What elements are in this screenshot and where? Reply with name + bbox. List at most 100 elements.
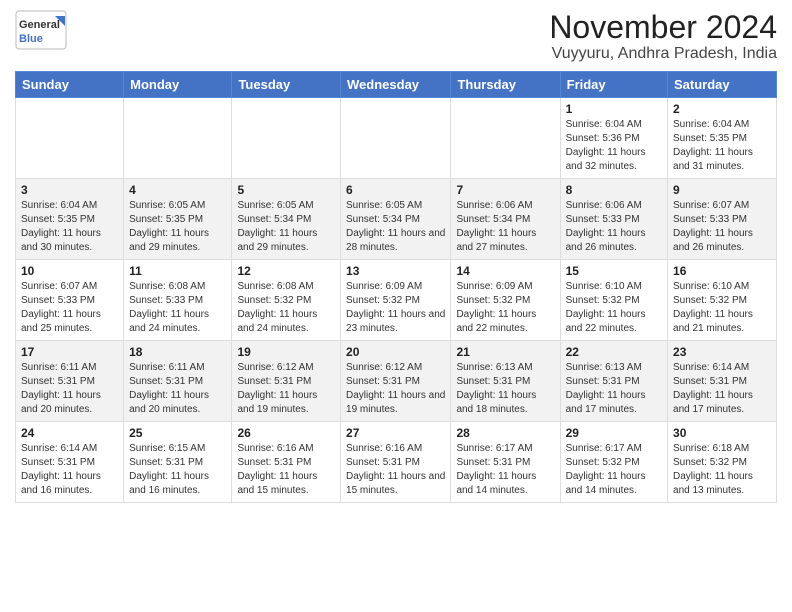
day-info: Sunrise: 6:05 AMSunset: 5:34 PMDaylight:…	[237, 199, 335, 255]
month-title: November 2024	[549, 10, 777, 45]
calendar-week-1: 1 Sunrise: 6:04 AMSunset: 5:36 PMDaylight…	[16, 98, 777, 179]
day-number: 13	[346, 264, 445, 278]
day-number: 11	[129, 264, 226, 278]
calendar-cell: 16 Sunrise: 6:10 AMSunset: 5:32 PMDayligh…	[668, 260, 777, 341]
weekday-header-thursday: Thursday	[451, 72, 560, 98]
calendar-cell: 8 Sunrise: 6:06 AMSunset: 5:33 PMDaylight…	[560, 179, 667, 260]
day-info: Sunrise: 6:14 AMSunset: 5:31 PMDaylight:…	[21, 442, 118, 498]
day-info: Sunrise: 6:17 AMSunset: 5:32 PMDaylight:…	[566, 442, 662, 498]
day-number: 19	[237, 345, 335, 359]
calendar-cell: 18Sunrise: 6:11 AMSunset: 5:31 PMDayligh…	[124, 341, 232, 422]
calendar-week-2: 3Sunrise: 6:04 AMSunset: 5:35 PMDaylight…	[16, 179, 777, 260]
day-number: 17	[21, 345, 118, 359]
logo-icon: General Blue	[15, 10, 67, 50]
calendar-cell: 17Sunrise: 6:11 AMSunset: 5:31 PMDayligh…	[16, 341, 124, 422]
day-info: Sunrise: 6:07 AMSunset: 5:33 PMDaylight:…	[673, 199, 771, 255]
day-number: 24	[21, 426, 118, 440]
day-number: 2	[673, 102, 771, 116]
calendar-cell: 11 Sunrise: 6:08 AMSunset: 5:33 PMDayligh…	[124, 260, 232, 341]
day-number: 25	[129, 426, 226, 440]
day-info: Sunrise: 6:14 AMSunset: 5:31 PMDaylight:…	[673, 361, 771, 417]
day-number: 26	[237, 426, 335, 440]
calendar-cell: 2 Sunrise: 6:04 AMSunset: 5:35 PMDaylight…	[668, 98, 777, 179]
calendar-cell: 14 Sunrise: 6:09 AMSunset: 5:32 PMDayligh…	[451, 260, 560, 341]
weekday-header-wednesday: Wednesday	[341, 72, 451, 98]
calendar-header-row: SundayMondayTuesdayWednesdayThursdayFrid…	[16, 72, 777, 98]
title-section: November 2024 Vuyyuru, Andhra Pradesh, I…	[549, 10, 777, 63]
calendar-cell: 20 Sunrise: 6:12 AMSunset: 5:31 PMDayligh…	[341, 341, 451, 422]
day-number: 9	[673, 183, 771, 197]
calendar-cell: 19 Sunrise: 6:12 AMSunset: 5:31 PMDayligh…	[232, 341, 341, 422]
calendar-cell: 30 Sunrise: 6:18 AMSunset: 5:32 PMDayligh…	[668, 422, 777, 503]
day-info: Sunrise: 6:04 AMSunset: 5:35 PMDaylight:…	[21, 199, 118, 255]
calendar-week-5: 24 Sunrise: 6:14 AMSunset: 5:31 PMDayligh…	[16, 422, 777, 503]
calendar-cell: 7 Sunrise: 6:06 AMSunset: 5:34 PMDaylight…	[451, 179, 560, 260]
calendar-cell: 1 Sunrise: 6:04 AMSunset: 5:36 PMDaylight…	[560, 98, 667, 179]
day-number: 27	[346, 426, 445, 440]
day-info: Sunrise: 6:17 AMSunset: 5:31 PMDaylight:…	[456, 442, 554, 498]
day-number: 16	[673, 264, 771, 278]
calendar-cell	[232, 98, 341, 179]
calendar-week-3: 10 Sunrise: 6:07 AMSunset: 5:33 PMDayligh…	[16, 260, 777, 341]
calendar-cell: 23Sunrise: 6:14 AMSunset: 5:31 PMDayligh…	[668, 341, 777, 422]
calendar-cell	[341, 98, 451, 179]
calendar-cell: 10 Sunrise: 6:07 AMSunset: 5:33 PMDayligh…	[16, 260, 124, 341]
calendar-table: SundayMondayTuesdayWednesdayThursdayFrid…	[15, 71, 777, 503]
day-info: Sunrise: 6:08 AMSunset: 5:32 PMDaylight:…	[237, 280, 335, 336]
calendar-cell: 22Sunrise: 6:13 AMSunset: 5:31 PMDayligh…	[560, 341, 667, 422]
day-info: Sunrise: 6:09 AMSunset: 5:32 PMDaylight:…	[346, 280, 445, 336]
day-number: 29	[566, 426, 662, 440]
day-number: 28	[456, 426, 554, 440]
day-number: 21	[456, 345, 554, 359]
day-number: 30	[673, 426, 771, 440]
day-info: Sunrise: 6:04 AMSunset: 5:36 PMDaylight:…	[566, 118, 662, 174]
day-info: Sunrise: 6:07 AMSunset: 5:33 PMDaylight:…	[21, 280, 118, 336]
calendar-cell: 26Sunrise: 6:16 AMSunset: 5:31 PMDayligh…	[232, 422, 341, 503]
day-number: 22	[566, 345, 662, 359]
day-number: 8	[566, 183, 662, 197]
day-info: Sunrise: 6:05 AMSunset: 5:35 PMDaylight:…	[129, 199, 226, 255]
weekday-header-saturday: Saturday	[668, 72, 777, 98]
calendar-cell: 27 Sunrise: 6:16 AMSunset: 5:31 PMDayligh…	[341, 422, 451, 503]
calendar-cell	[124, 98, 232, 179]
weekday-header-friday: Friday	[560, 72, 667, 98]
day-info: Sunrise: 6:06 AMSunset: 5:34 PMDaylight:…	[456, 199, 554, 255]
day-info: Sunrise: 6:12 AMSunset: 5:31 PMDaylight:…	[237, 361, 335, 417]
day-info: Sunrise: 6:16 AMSunset: 5:31 PMDaylight:…	[346, 442, 445, 498]
calendar-cell: 29 Sunrise: 6:17 AMSunset: 5:32 PMDayligh…	[560, 422, 667, 503]
day-info: Sunrise: 6:09 AMSunset: 5:32 PMDaylight:…	[456, 280, 554, 336]
day-info: Sunrise: 6:06 AMSunset: 5:33 PMDaylight:…	[566, 199, 662, 255]
logo: General Blue	[15, 10, 67, 50]
day-info: Sunrise: 6:08 AMSunset: 5:33 PMDaylight:…	[129, 280, 226, 336]
day-info: Sunrise: 6:18 AMSunset: 5:32 PMDaylight:…	[673, 442, 771, 498]
day-number: 5	[237, 183, 335, 197]
day-info: Sunrise: 6:11 AMSunset: 5:31 PMDaylight:…	[129, 361, 226, 417]
location-title: Vuyyuru, Andhra Pradesh, India	[549, 45, 777, 63]
svg-text:Blue: Blue	[19, 33, 43, 45]
calendar-cell: 15Sunrise: 6:10 AMSunset: 5:32 PMDayligh…	[560, 260, 667, 341]
day-number: 12	[237, 264, 335, 278]
calendar-cell: 28 Sunrise: 6:17 AMSunset: 5:31 PMDayligh…	[451, 422, 560, 503]
weekday-header-tuesday: Tuesday	[232, 72, 341, 98]
calendar-cell	[16, 98, 124, 179]
day-number: 20	[346, 345, 445, 359]
day-info: Sunrise: 6:10 AMSunset: 5:32 PMDaylight:…	[673, 280, 771, 336]
day-number: 1	[566, 102, 662, 116]
header: General Blue November 2024 Vuyyuru, Andhr…	[15, 10, 777, 63]
weekday-header-monday: Monday	[124, 72, 232, 98]
calendar-cell: 13 Sunrise: 6:09 AMSunset: 5:32 PMDayligh…	[341, 260, 451, 341]
calendar-cell: 6Sunrise: 6:05 AMSunset: 5:34 PMDaylight…	[341, 179, 451, 260]
day-info: Sunrise: 6:12 AMSunset: 5:31 PMDaylight:…	[346, 361, 445, 417]
day-number: 14	[456, 264, 554, 278]
day-info: Sunrise: 6:05 AMSunset: 5:34 PMDaylight:…	[346, 199, 445, 255]
calendar-cell: 21 Sunrise: 6:13 AMSunset: 5:31 PMDayligh…	[451, 341, 560, 422]
calendar-cell: 24 Sunrise: 6:14 AMSunset: 5:31 PMDayligh…	[16, 422, 124, 503]
day-info: Sunrise: 6:15 AMSunset: 5:31 PMDaylight:…	[129, 442, 226, 498]
day-number: 7	[456, 183, 554, 197]
calendar-cell: 25 Sunrise: 6:15 AMSunset: 5:31 PMDayligh…	[124, 422, 232, 503]
calendar-cell: 9 Sunrise: 6:07 AMSunset: 5:33 PMDaylight…	[668, 179, 777, 260]
day-number: 10	[21, 264, 118, 278]
day-info: Sunrise: 6:13 AMSunset: 5:31 PMDaylight:…	[456, 361, 554, 417]
svg-text:General: General	[19, 19, 60, 31]
day-info: Sunrise: 6:04 AMSunset: 5:35 PMDaylight:…	[673, 118, 771, 174]
